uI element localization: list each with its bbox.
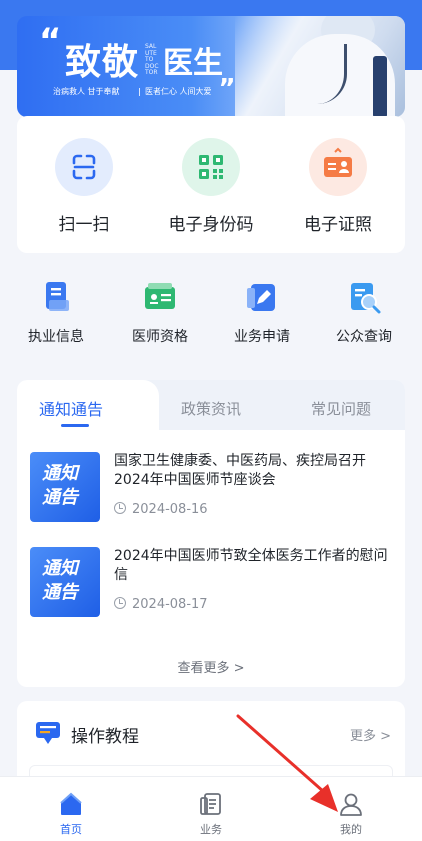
news-title: 国家卫生健康委、中医药局、疾控局召开2024年中国医师节座谈会 [114, 453, 366, 488]
tabbar-business[interactable]: 业务 [171, 791, 251, 837]
nav-physician-qualification[interactable]: 医师资格 [110, 278, 210, 346]
search-document-icon [345, 278, 383, 316]
news-item[interactable]: 通知 通告 国家卫生健康委、中医药局、疾控局召开2024年中国医师节座谈会 20… [30, 452, 400, 524]
news-title: 2024年中国医师节致全体医务工作者的慰问信 [114, 548, 388, 583]
banner-vertical-text: SALUTE TO DOCTOR [145, 43, 159, 77]
tutorial-more-link[interactable]: 更多 > [350, 725, 391, 744]
news-date: 2024-08-16 [132, 502, 208, 517]
nav-public-query[interactable]: 公众查询 [314, 278, 414, 346]
banner-title-salute: 致敬 [65, 41, 140, 83]
electronic-id-code-button[interactable]: 电子身份码 [151, 138, 271, 235]
function-nav: 执业信息 医师资格 业务申请 公众查询 [0, 278, 422, 354]
certificate-icon [141, 278, 179, 316]
edit-icon [243, 278, 281, 316]
document-icon [37, 278, 75, 316]
banner-title-doctor: 医生 [163, 46, 223, 81]
tabbar-business-label: 业务 [200, 823, 222, 836]
view-more-link[interactable]: 查看更多 > [17, 657, 405, 676]
notice-thumbnail: 通知 通告 [30, 452, 100, 522]
tab-policy-news[interactable]: 政策资讯 [181, 398, 241, 419]
banner-slogan-left: 治病救人 甘于奉献 [53, 87, 120, 96]
electronic-id-code-label: 电子身份码 [168, 215, 254, 235]
user-icon [338, 791, 364, 817]
doctor-illustration [235, 16, 405, 117]
banner-divider [139, 88, 140, 96]
clock-icon [114, 502, 126, 514]
tab-underline [61, 424, 89, 427]
tab-faq[interactable]: 常见问题 [311, 398, 371, 419]
business-icon [198, 791, 224, 817]
id-card-icon [309, 138, 367, 196]
tabbar-mine-label: 我的 [340, 823, 362, 836]
hero-banner[interactable]: “ 致敬 SALUTE TO DOCTOR 医生 „ 治病救人 甘于奉献 医者仁… [17, 16, 405, 117]
banner-quote-open: “ [39, 21, 62, 61]
quick-actions-card: 扫一扫 电子身份码 电子证照 [17, 116, 405, 253]
nav-practice-info-label: 执业信息 [28, 329, 84, 345]
banner-slogan-right: 医者仁心 人间大爱 [145, 87, 212, 96]
qr-code-icon [182, 138, 240, 196]
electronic-license-label: 电子证照 [304, 215, 372, 235]
tabbar-mine[interactable]: 我的 [311, 791, 391, 837]
notice-thumbnail: 通知 通告 [30, 547, 100, 617]
home-icon [58, 791, 84, 817]
news-item[interactable]: 通知 通告 2024年中国医师节致全体医务工作者的慰问信 2024-08-17 [30, 547, 400, 619]
banner-quote-close: „ [219, 60, 237, 90]
news-date-row: 2024-08-16 [114, 502, 208, 518]
nav-practice-info[interactable]: 执业信息 [6, 278, 106, 346]
notice-thumbnail-text: 通知 通告 [42, 463, 78, 508]
notice-thumbnail-text: 通知 通告 [42, 558, 78, 603]
nav-physician-qualification-label: 医师资格 [132, 329, 188, 345]
tutorial-icon [35, 721, 61, 745]
tabbar-home-label: 首页 [60, 823, 82, 836]
clock-icon [114, 597, 126, 609]
nav-business-application[interactable]: 业务申请 [212, 278, 312, 346]
bottom-tab-bar: 首页 业务 我的 [0, 776, 422, 841]
scan-icon [55, 138, 113, 196]
tab-notices[interactable]: 通知通告 [39, 396, 103, 420]
notice-card: 通知通告 政策资讯 常见问题 通知 通告 国家卫生健康委、中医药局、疾控局召开2… [17, 380, 405, 687]
electronic-license-button[interactable]: 电子证照 [278, 138, 398, 235]
news-date-row: 2024-08-17 [114, 597, 208, 613]
notice-tabs: 通知通告 政策资讯 常见问题 [17, 380, 405, 430]
scan-label: 扫一扫 [58, 215, 110, 235]
tutorial-title: 操作教程 [71, 727, 139, 747]
nav-public-query-label: 公众查询 [336, 329, 392, 345]
nav-business-application-label: 业务申请 [234, 329, 290, 345]
tabbar-home[interactable]: 首页 [31, 791, 111, 837]
news-date: 2024-08-17 [132, 597, 208, 612]
scan-button[interactable]: 扫一扫 [24, 138, 144, 235]
